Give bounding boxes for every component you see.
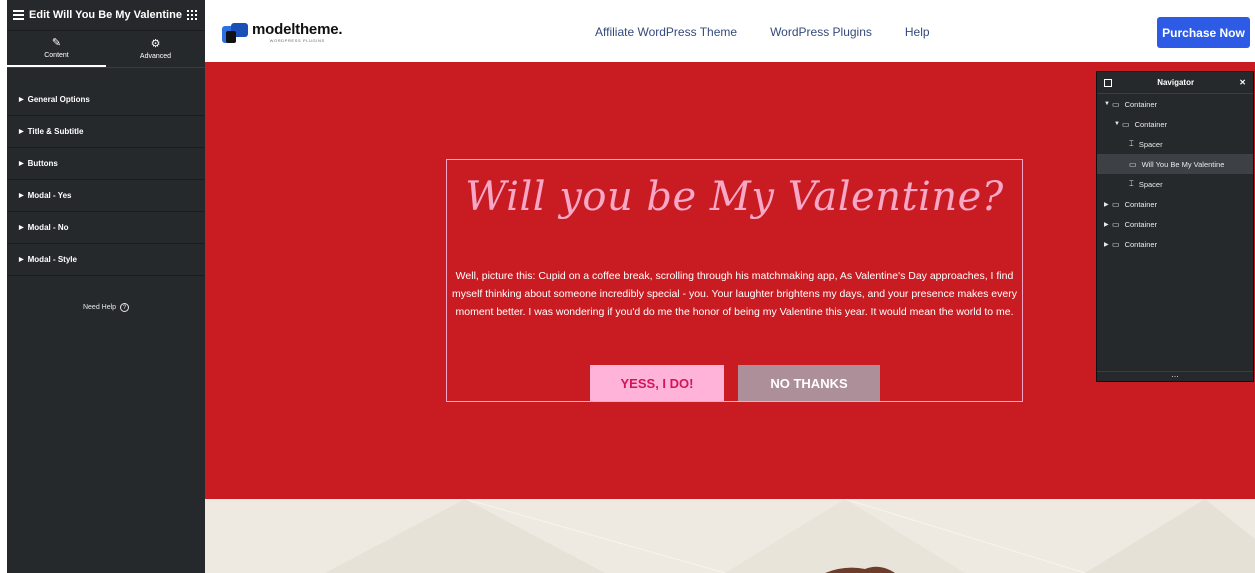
navigator-item[interactable]: ▶ ▭ Container — [1097, 194, 1253, 214]
widgets-grid-icon[interactable] — [186, 10, 197, 20]
section-title-subtitle[interactable]: ▶ Title & Subtitle — [7, 116, 205, 148]
section-modal-style[interactable]: ▶ Modal - Style — [7, 244, 205, 276]
need-help-label: Need Help — [82, 304, 117, 311]
section-label: General Options — [27, 95, 90, 104]
navigator-header: Navigator ✕ — [1097, 72, 1253, 94]
navigator-item-label: Will You Be My Valentine — [1141, 159, 1225, 169]
navigator-item[interactable]: ⌶ Spacer — [1097, 134, 1253, 154]
caret-right-icon: ▶ — [19, 161, 24, 167]
navigator-item[interactable]: ▶ ▭ Container — [1097, 214, 1253, 234]
section-label: Modal - No — [27, 223, 69, 232]
container-icon: ▭ — [1112, 199, 1120, 209]
pencil-icon: ✎ — [51, 36, 62, 49]
navigator-item-label: Container — [1124, 219, 1158, 229]
navigator-item[interactable]: ▼ ▭ Container — [1097, 94, 1253, 114]
background-pattern — [325, 499, 1255, 573]
caret-down-icon[interactable]: ▼ — [1114, 121, 1122, 127]
main-nav: Affiliate WordPress Theme WordPress Plug… — [595, 25, 930, 39]
menu-icon[interactable] — [13, 10, 24, 20]
container-icon: ▭ — [1112, 99, 1120, 109]
need-help-link[interactable]: Need Help ? — [7, 303, 205, 312]
section-general-options[interactable]: ▶ General Options — [7, 84, 205, 116]
navigator-item-label: Container — [1134, 119, 1168, 129]
next-section — [205, 499, 1255, 573]
container-icon: ▭ — [1122, 119, 1130, 129]
yes-button[interactable]: YESS, I DO! — [590, 365, 724, 401]
panel-header: Edit Will You Be My Valentine — [7, 0, 205, 31]
caret-right-icon: ▶ — [19, 129, 24, 135]
logo-tagline: WORDPRESS PLUGINS — [269, 38, 325, 43]
logo-mark-icon — [222, 22, 248, 43]
navigator-item-label: Container — [1124, 99, 1158, 109]
caret-right-icon[interactable]: ▶ — [1104, 221, 1112, 228]
caret-down-icon[interactable]: ▼ — [1104, 101, 1112, 107]
valentine-text: Well, picture this: Cupid on a coffee br… — [452, 270, 1017, 318]
valentine-widget[interactable]: Will you be My Valentine? Well, picture … — [446, 159, 1023, 402]
tab-content-label: Content — [44, 51, 69, 59]
navigator-title: Navigator — [1157, 78, 1195, 87]
logo-brand: modeltheme. — [252, 21, 343, 38]
navigator-panel: Navigator ✕ ▼ ▭ Container ▼ ▭ Container ⌶ Spa… — [1096, 71, 1254, 382]
section-label: Title & Subtitle — [27, 127, 84, 136]
navigator-item-selected[interactable]: ▭ Will You Be My Valentine — [1097, 154, 1253, 174]
section-label: Modal - Yes — [27, 191, 72, 200]
navigator-item[interactable]: ⌶ Spacer — [1097, 174, 1253, 194]
caret-right-icon: ▶ — [19, 193, 24, 199]
close-icon[interactable]: ✕ — [1239, 78, 1246, 87]
collapse-all-icon[interactable] — [1104, 78, 1112, 87]
caret-right-icon: ▶ — [19, 225, 24, 231]
nav-link-wordpress-plugins[interactable]: WordPress Plugins — [770, 25, 872, 39]
spacer-icon: ⌶ — [1129, 179, 1134, 188]
caret-right-icon[interactable]: ▶ — [1104, 241, 1112, 248]
panel-title: Edit Will You Be My Valentine — [29, 9, 182, 21]
nav-link-help[interactable]: Help — [905, 25, 930, 39]
panel-sections: ▶ General Options ▶ Title & Subtitle ▶ Butt… — [7, 84, 205, 276]
section-label: Modal - Style — [27, 255, 77, 264]
nav-link-affiliate-theme[interactable]: Affiliate WordPress Theme — [595, 25, 737, 39]
navigator-item-label: Container — [1124, 199, 1158, 209]
navigator-item-label: Container — [1124, 239, 1158, 249]
navigator-item[interactable]: ▶ ▭ Container — [1097, 234, 1253, 254]
section-label: Buttons — [27, 159, 58, 168]
caret-right-icon[interactable]: ▶ — [1104, 201, 1112, 208]
tab-advanced-label: Advanced — [139, 52, 172, 60]
section-modal-no[interactable]: ▶ Modal - No — [7, 212, 205, 244]
navigator-item[interactable]: ▼ ▭ Container — [1097, 114, 1253, 134]
navigator-resize-handle[interactable]: … — [1097, 371, 1253, 381]
logo[interactable]: modeltheme. WORDPRESS PLUGINS — [222, 21, 343, 43]
gear-icon: ⚙ — [150, 37, 161, 50]
site-header: modeltheme. WORDPRESS PLUGINS Affiliate … — [205, 0, 1255, 62]
tab-advanced[interactable]: ⚙ Advanced — [106, 31, 205, 67]
section-buttons[interactable]: ▶ Buttons — [7, 148, 205, 180]
editor-panel: Edit Will You Be My Valentine ✎ Content … — [7, 0, 205, 573]
navigator-item-label: Spacer — [1138, 139, 1163, 149]
caret-right-icon: ▶ — [19, 97, 24, 103]
purchase-now-button[interactable]: Purchase Now — [1157, 17, 1250, 48]
help-circle-icon: ? — [120, 303, 130, 312]
valentine-title: Will you be My Valentine? — [465, 174, 1004, 220]
widget-icon: ▭ — [1129, 159, 1137, 169]
no-thanks-button[interactable]: NO THANKS — [738, 365, 880, 401]
container-icon: ▭ — [1112, 219, 1120, 229]
navigator-item-label: Spacer — [1138, 179, 1163, 189]
caret-right-icon: ▶ — [19, 257, 24, 263]
container-icon: ▭ — [1112, 239, 1120, 249]
section-modal-yes[interactable]: ▶ Modal - Yes — [7, 180, 205, 212]
spacer-icon: ⌶ — [1129, 139, 1134, 148]
tab-content[interactable]: ✎ Content — [7, 31, 106, 67]
panel-tabs: ✎ Content ⚙ Advanced — [7, 31, 205, 68]
